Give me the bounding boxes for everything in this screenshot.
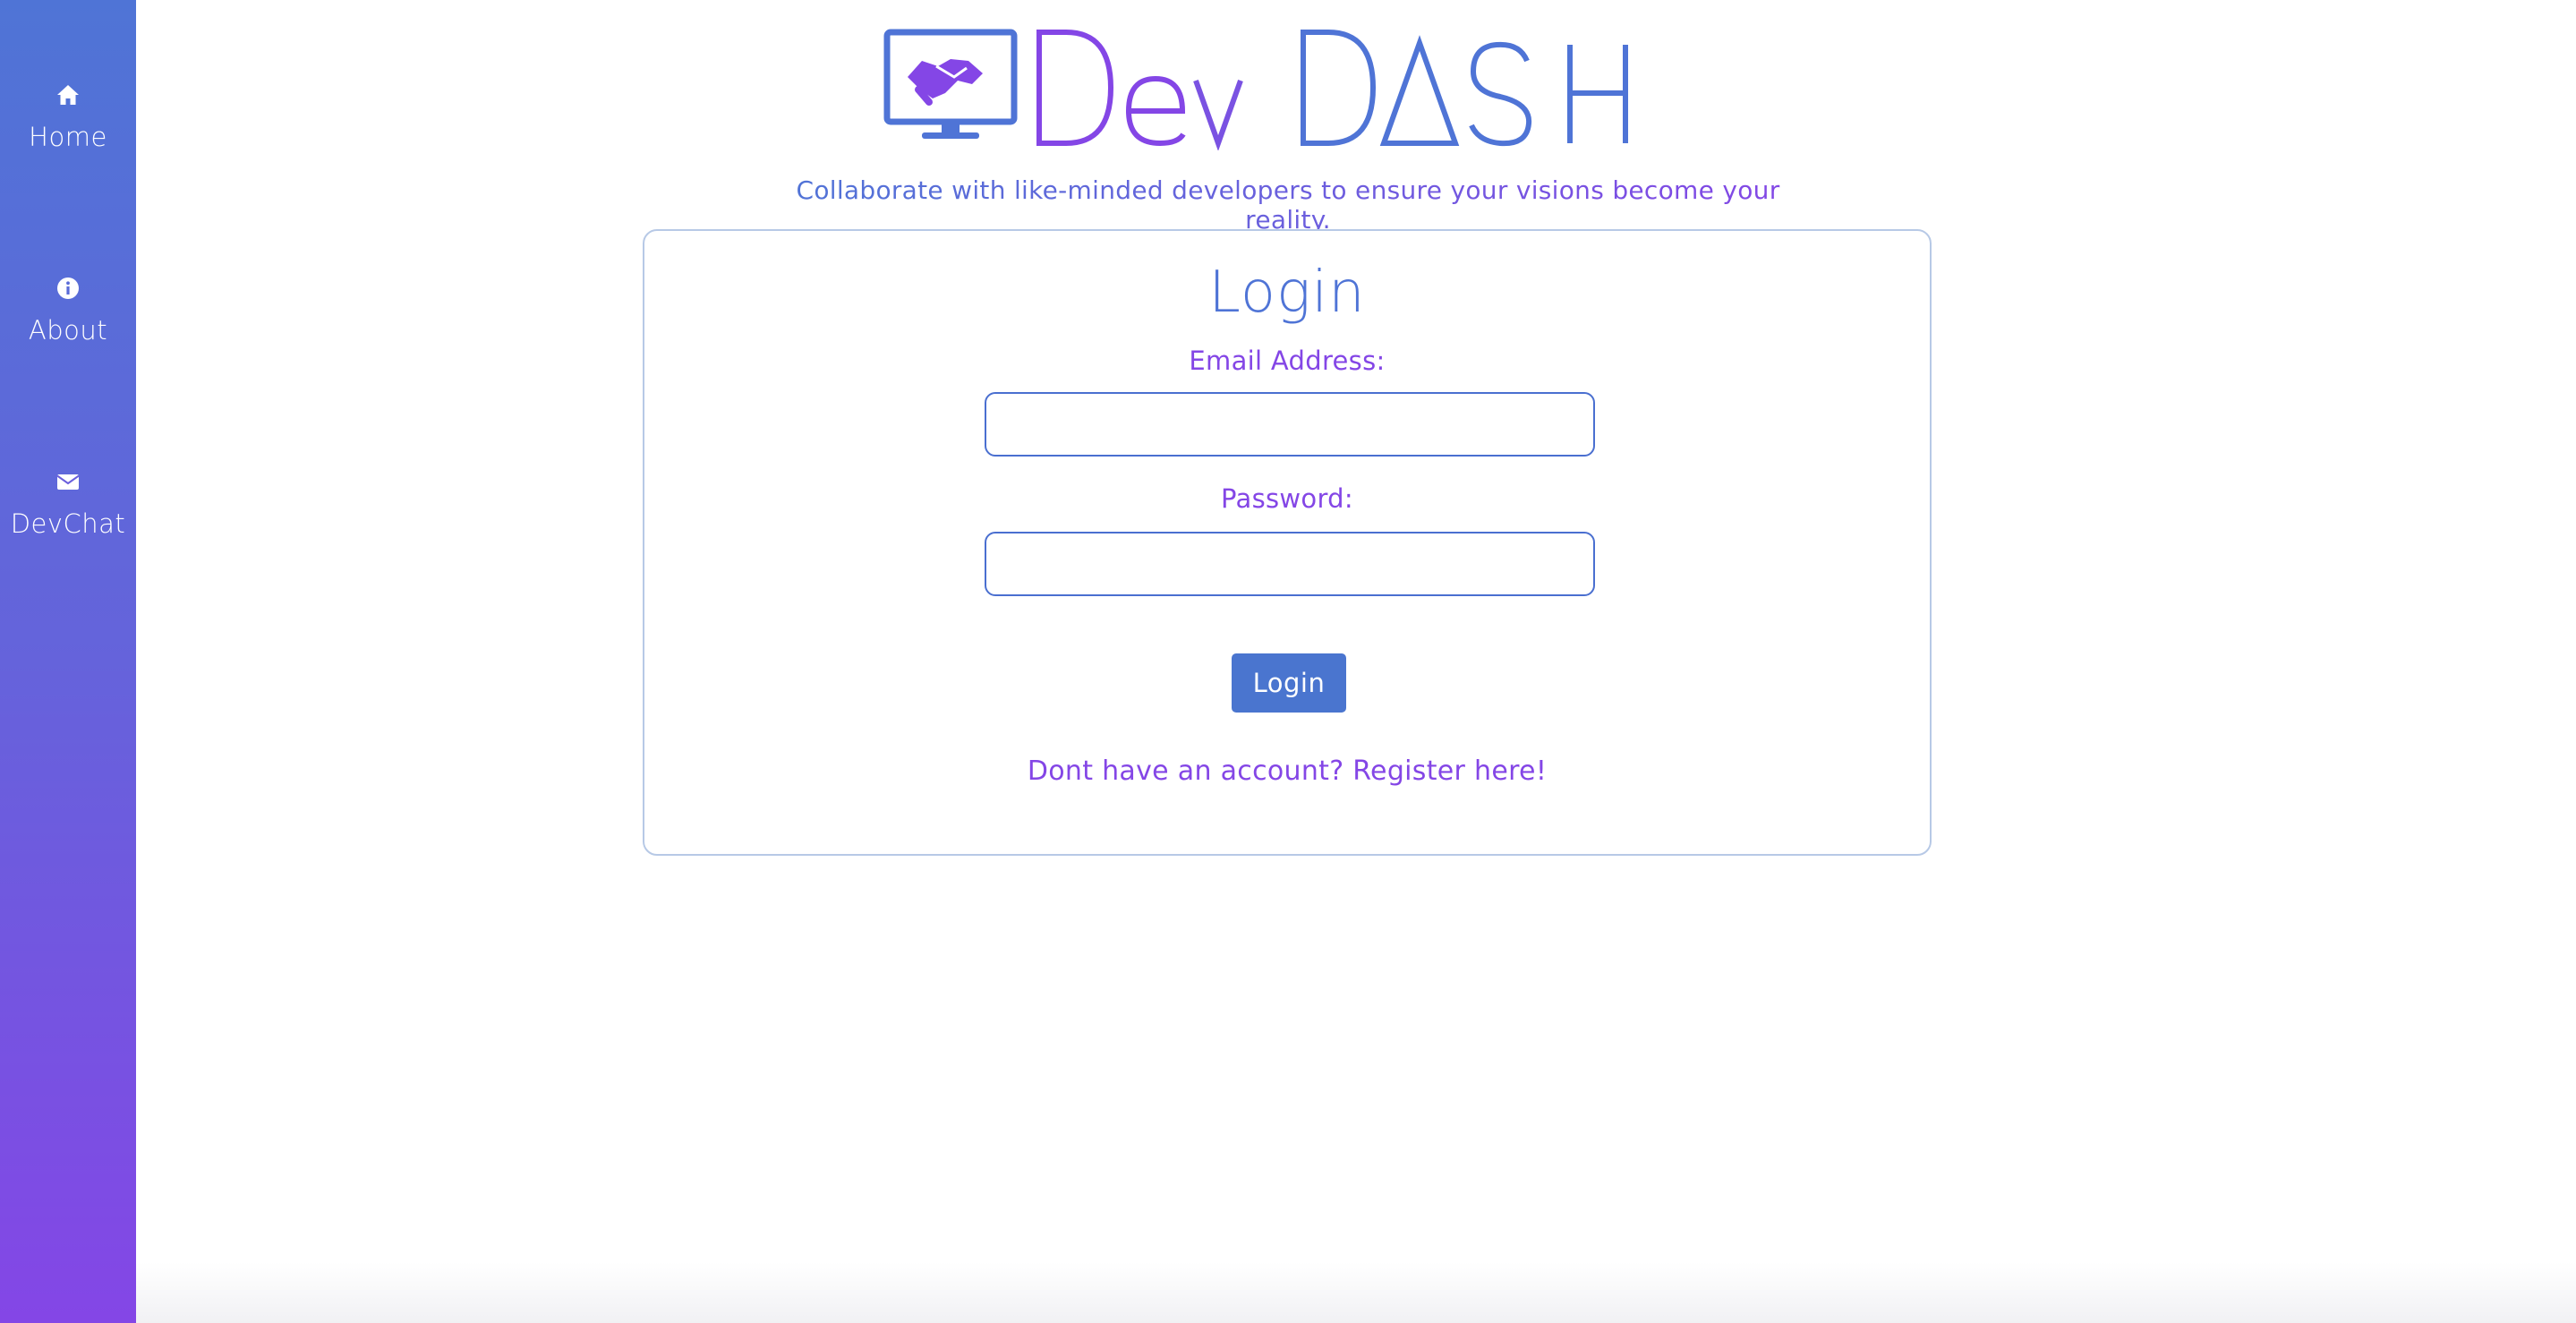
email-label: Email Address: [1189, 346, 1386, 376]
login-title: Login [1208, 260, 1366, 326]
sidebar-item-home[interactable]: Home [0, 82, 136, 217]
sidebar-item-about[interactable]: About [0, 276, 136, 410]
info-icon [55, 276, 81, 301]
register-link[interactable]: Dont have an account? Register here! [644, 755, 1930, 787]
envelope-icon [55, 469, 81, 494]
home-icon [55, 82, 81, 107]
sidebar: Home About DevChat [0, 0, 136, 1323]
sidebar-item-label: Home [29, 122, 107, 152]
tagline-text: Collaborate with like-minded developers … [766, 175, 1810, 235]
sidebar-item-label: DevChat [10, 508, 126, 539]
tagline: Collaborate with like-minded developers … [766, 175, 1810, 235]
sidebar-item-devchat[interactable]: DevChat [0, 469, 136, 603]
devdash-logo[interactable] [883, 25, 1636, 151]
password-label: Password: [1221, 483, 1353, 514]
login-button[interactable]: Login [1232, 653, 1346, 713]
email-field[interactable] [985, 392, 1595, 457]
login-card: Login Email Address: Password: Login Don… [643, 229, 1932, 856]
handshake-monitor-icon [883, 29, 1628, 151]
sidebar-item-label: About [28, 315, 108, 346]
page: Home About DevChat Collaborate with like… [0, 0, 2576, 1323]
password-field[interactable] [985, 532, 1595, 596]
